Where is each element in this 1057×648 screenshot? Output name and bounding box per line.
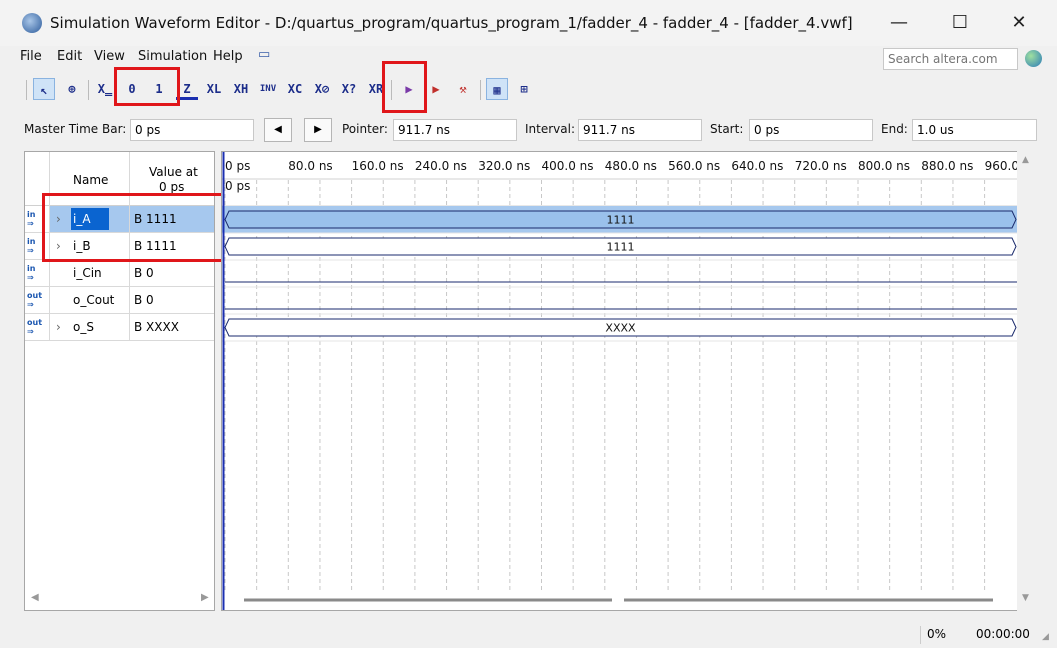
master-time-bar-label: Master Time Bar: — [24, 122, 127, 136]
overwrite-clock-icon[interactable]: X⊘ — [310, 78, 334, 100]
highlight-box-run-button — [382, 61, 427, 113]
time-tick-label: 480.0 ns — [605, 159, 657, 173]
grid-settings-icon[interactable]: ⊞ — [513, 78, 535, 100]
time-tick-label: 80.0 ns — [288, 159, 332, 173]
vertical-scrollbar[interactable]: ▲ ▼ — [1017, 151, 1037, 611]
end-label: End: — [881, 122, 908, 136]
menu-edit[interactable]: Edit — [57, 49, 82, 64]
signal-name: o_S — [73, 320, 94, 334]
toolbar-separator — [26, 80, 27, 100]
column-divider — [49, 314, 50, 341]
signal-row-i_Cin[interactable]: in ⇒ i_Cin B 0 — [25, 260, 214, 287]
force-weak-high-icon[interactable]: XH — [229, 78, 253, 100]
app-icon — [22, 13, 42, 33]
time-tick-label: 0 ps — [225, 159, 250, 173]
column-divider — [49, 260, 50, 287]
time-tick-label: 800.0 ns — [858, 159, 910, 173]
force-unknown-icon[interactable]: X̳ — [94, 78, 116, 100]
signal-name: o_Cout — [73, 293, 115, 307]
menu-simulation[interactable]: Simulation — [138, 49, 207, 64]
toolbar-separator — [88, 80, 89, 100]
interval-label: Interval: — [525, 122, 575, 136]
start-label: Start: — [710, 122, 744, 136]
expand-chevron-icon[interactable]: › — [56, 320, 61, 334]
column-divider — [49, 287, 50, 314]
title-bar: Simulation Waveform Editor - D:/quartus_… — [0, 0, 1057, 46]
next-transition-button[interactable]: ▶ — [304, 118, 332, 142]
count-value-icon[interactable]: XC — [283, 78, 307, 100]
waveform-panel: 0 ps 80.0 ns 160.0 ns 240.0 ns 320.0 ns 400.0… — [221, 151, 1037, 611]
resize-grip-icon[interactable]: ◢ — [1042, 632, 1049, 642]
time-tick-label: 560.0 ns — [668, 159, 720, 173]
zoom-tool-icon[interactable]: ⊕ — [61, 78, 83, 100]
signal-value: B 0 — [134, 293, 154, 307]
generate-netlist-icon[interactable]: ⚒ — [452, 78, 474, 100]
time-tick-label: 720.0 ns — [795, 159, 847, 173]
column-divider — [129, 314, 130, 341]
name-column-header[interactable]: Name — [73, 173, 108, 187]
progress-percent: 0% — [927, 627, 947, 641]
column-divider — [129, 287, 130, 314]
random-values-icon[interactable]: X? — [337, 78, 361, 100]
highlight-box-force-buttons — [114, 67, 180, 106]
force-weak-low-icon[interactable]: XL — [202, 78, 226, 100]
time-bar: Master Time Bar: 0 ps ◀ ▶ Pointer: 911.7… — [12, 112, 1047, 146]
status-divider — [920, 626, 921, 644]
minimize-button[interactable]: — — [884, 10, 914, 36]
scroll-up-icon[interactable]: ▲ — [1022, 155, 1029, 165]
interval-field[interactable]: 911.7 ns — [578, 119, 702, 141]
bus-value-label: 1111 — [607, 241, 635, 254]
bus-value-label: XXXX — [605, 322, 636, 335]
signal-row-o_S[interactable]: out ⇒ › o_S B XXXX — [25, 314, 214, 341]
pointer-field[interactable]: 911.7 ns — [393, 119, 517, 141]
waveform-canvas[interactable]: 0 ps 80.0 ns 160.0 ns 240.0 ns 320.0 ns 400.0… — [222, 152, 1037, 611]
value-column-header-time: 0 ps — [159, 180, 185, 194]
input-pin-icon: in ⇒ — [27, 264, 36, 282]
signal-value: B XXXX — [134, 320, 179, 334]
elapsed-time: 00:00:00 — [976, 627, 1030, 641]
scroll-right-icon[interactable]: ▶ — [201, 592, 209, 603]
signal-name: i_Cin — [73, 266, 102, 280]
column-divider — [129, 260, 130, 287]
master-time-bar-field[interactable]: 0 ps — [130, 119, 254, 141]
maximize-button[interactable]: ☐ — [945, 10, 975, 36]
menu-view[interactable]: View — [94, 49, 125, 64]
run-timing-simulation-icon[interactable]: ▶ — [425, 78, 447, 100]
highlight-box-inputs — [42, 193, 224, 262]
time-tick-label: 880.0 ns — [921, 159, 973, 173]
toolbar-separator — [480, 80, 481, 100]
cursor-time-label: 0 ps — [225, 179, 250, 193]
value-column-header[interactable]: Value at — [149, 165, 198, 179]
scroll-left-icon[interactable]: ◀ — [31, 592, 39, 603]
menu-help[interactable]: Help — [213, 49, 243, 64]
time-tick-label: 160.0 ns — [352, 159, 404, 173]
signal-row-o_Cout[interactable]: out ⇒ o_Cout B 0 — [25, 287, 214, 314]
search-input[interactable] — [883, 48, 1018, 70]
output-pin-icon: out ⇒ — [27, 291, 43, 309]
time-tick-label: 240.0 ns — [415, 159, 467, 173]
signal-value: B 0 — [134, 266, 154, 280]
close-button[interactable]: ✕ — [1004, 10, 1034, 36]
end-field[interactable]: 1.0 us — [912, 119, 1037, 141]
pointer-label: Pointer: — [342, 122, 388, 136]
globe-icon[interactable] — [1025, 50, 1042, 67]
feedback-icon[interactable]: ▭ — [258, 47, 270, 62]
selection-tool-icon[interactable]: ↖ — [33, 78, 55, 100]
bus-value-label: 1111 — [607, 214, 635, 227]
start-field[interactable]: 0 ps — [749, 119, 873, 141]
window-title: Simulation Waveform Editor - D:/quartus_… — [50, 14, 853, 32]
previous-transition-button[interactable]: ◀ — [264, 118, 292, 142]
status-bar: 0% 00:00:00 ◢ — [0, 622, 1057, 648]
waveform-editor-window: Simulation Waveform Editor - D:/quartus_… — [0, 0, 1057, 648]
snap-to-grid-icon[interactable]: ▦ — [486, 78, 508, 100]
time-tick-label: 400.0 ns — [542, 159, 594, 173]
output-pin-icon: out ⇒ — [27, 318, 43, 336]
time-tick-label: 640.0 ns — [731, 159, 783, 173]
time-tick-label: 320.0 ns — [478, 159, 530, 173]
scroll-down-icon[interactable]: ▼ — [1022, 593, 1029, 603]
invert-icon[interactable]: INV — [256, 78, 280, 100]
menu-file[interactable]: File — [20, 49, 42, 64]
